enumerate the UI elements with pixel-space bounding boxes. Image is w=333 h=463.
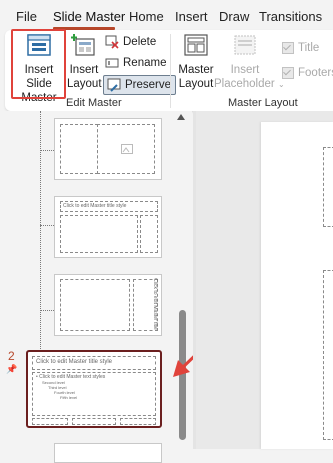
layout-thumbnail[interactable] bbox=[54, 443, 162, 463]
slide-master-preview[interactable] bbox=[261, 122, 333, 449]
pin-icon: 📌 bbox=[6, 364, 18, 374]
slide-editing-canvas bbox=[196, 111, 333, 449]
picture-placeholder-icon bbox=[121, 144, 133, 154]
master-layout-icon bbox=[184, 34, 208, 56]
slide-number: 2 bbox=[8, 349, 15, 363]
slide-master-thumbnail-selected[interactable]: Click to edit Master title style • Click… bbox=[26, 350, 162, 428]
title-checkbox[interactable]: Title bbox=[282, 42, 319, 54]
delete-button[interactable]: Delete bbox=[105, 35, 156, 49]
scroll-up-arrow-icon[interactable] bbox=[177, 114, 185, 120]
ribbon-separator bbox=[170, 34, 171, 108]
annotation-highlight-box bbox=[11, 29, 66, 99]
footers-checkbox[interactable]: Footers bbox=[282, 67, 333, 79]
thumbnail-tree-branch bbox=[40, 150, 54, 152]
thumbnail-level5-text: Fifth level bbox=[60, 395, 78, 400]
menu-transitions[interactable]: Transitions bbox=[259, 9, 322, 24]
layout-thumbnail[interactable]: Click to edit Master title style bbox=[54, 196, 162, 258]
insert-layout-button[interactable]: Insert Layout bbox=[67, 33, 102, 91]
delete-icon bbox=[105, 35, 119, 49]
master-layout-group-label: Master Layout bbox=[228, 97, 298, 109]
rename-label: Rename bbox=[123, 57, 167, 69]
preserve-toggle[interactable]: Preserve bbox=[103, 75, 177, 95]
menu-file[interactable]: File bbox=[16, 9, 37, 24]
menu-home[interactable]: Home bbox=[129, 9, 164, 24]
checkbox-icon bbox=[282, 67, 294, 79]
menu-draw[interactable]: Draw bbox=[219, 9, 249, 24]
thumbnail-title-text: Click to edit Master title style bbox=[36, 359, 113, 365]
thumbnail-title-text: Click to edit Master title style bbox=[63, 203, 127, 209]
insert-placeholder-button[interactable]: Insert Placeholder ⌄ bbox=[214, 33, 285, 92]
rename-icon bbox=[105, 56, 119, 70]
rename-button[interactable]: Rename bbox=[105, 56, 166, 70]
checkbox-icon bbox=[282, 42, 294, 54]
thumbnail-vertical-title-text: Click to edit Master title bbox=[151, 278, 158, 330]
master-layout-label-2: Layout bbox=[178, 78, 214, 90]
placeholder-icon bbox=[234, 35, 256, 55]
layout-thumbnail[interactable] bbox=[54, 118, 162, 180]
slide-placeholder-edge bbox=[323, 270, 333, 440]
preserve-label: Preserve bbox=[125, 79, 172, 91]
menu-insert[interactable]: Insert bbox=[175, 9, 208, 24]
insert-layout-label-1: Insert bbox=[69, 64, 99, 76]
thumbnail-placeholder bbox=[60, 124, 98, 174]
preserve-icon bbox=[107, 78, 121, 92]
menu-slide-master[interactable]: Slide Master bbox=[53, 9, 125, 24]
insert-placeholder-label-2: Placeholder bbox=[214, 78, 275, 90]
thumbnail-date-placeholder bbox=[32, 418, 68, 425]
menu-bar: File Slide Master Home Insert Draw Trans… bbox=[0, 0, 333, 31]
title-checkbox-label: Title bbox=[298, 42, 320, 54]
thumbnail-tree-branch bbox=[40, 310, 54, 312]
thumbnail-footer-placeholder bbox=[72, 418, 116, 425]
insert-layout-label-2: Layout bbox=[67, 78, 102, 90]
thumbnail-number-placeholder bbox=[120, 418, 156, 425]
thumbnail-vertical-placeholder bbox=[140, 215, 158, 253]
footers-checkbox-label: Footers bbox=[298, 67, 333, 79]
insert-layout-icon bbox=[71, 34, 95, 56]
edit-master-group-label: Edit Master bbox=[66, 97, 122, 109]
insert-placeholder-label-row: Placeholder ⌄ bbox=[214, 77, 285, 92]
layout-thumbnail[interactable]: Click to edit Master title bbox=[54, 274, 162, 336]
delete-label: Delete bbox=[123, 36, 157, 48]
master-layout-button[interactable]: Master Layout bbox=[177, 33, 215, 91]
thumbnail-body-placeholder bbox=[60, 279, 130, 331]
slide-placeholder-edge bbox=[323, 147, 333, 227]
insert-placeholder-label-1: Insert bbox=[230, 64, 260, 76]
thumbnail-body-placeholder bbox=[60, 215, 138, 253]
thumbnail-tree-branch bbox=[40, 225, 54, 227]
master-layout-label-1: Master bbox=[178, 64, 214, 76]
chevron-down-icon: ⌄ bbox=[277, 80, 285, 89]
